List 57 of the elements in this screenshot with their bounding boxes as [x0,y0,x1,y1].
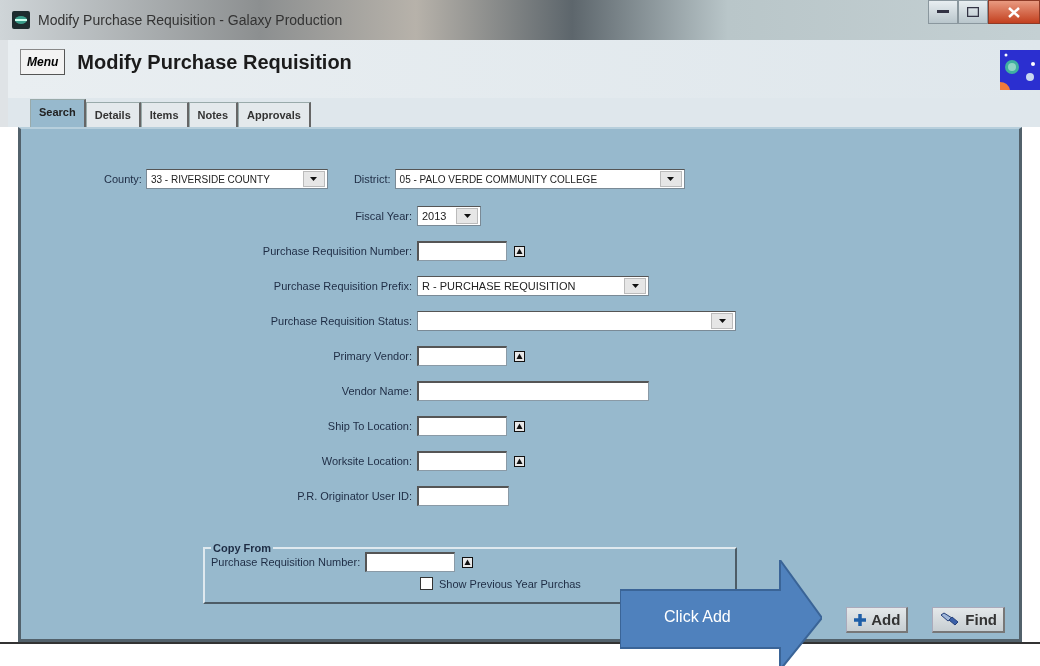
lookup-icon[interactable] [461,555,475,569]
field-label: P.R. Originator User ID: [296,490,412,502]
caret-icon [463,214,471,218]
logo-icon [1000,50,1040,90]
close-icon [1008,6,1020,18]
dropdown[interactable]: 33 - RIVERSIDE COUNTY [145,169,328,189]
text-field[interactable] [417,451,507,471]
add-button[interactable]: Add [846,607,909,633]
maximize-icon [967,7,979,17]
find-button[interactable]: Find [932,607,1005,633]
checkbox[interactable] [420,577,433,590]
field-label: Worksite Location: [320,455,412,467]
menu-button[interactable]: Menu [20,49,66,75]
field-label: Ship To Location: [326,420,412,432]
text-field[interactable] [417,381,649,401]
lookup-icon[interactable] [513,419,526,433]
lookup-icon[interactable] [513,244,526,258]
field-label: Purchase Requisition Number: [261,245,412,257]
close-button[interactable] [988,0,1040,24]
callout-text: Click Add [664,608,731,626]
maximize-button[interactable] [958,0,988,24]
field-label: Purchase Requisition Prefix: [272,280,412,292]
window-title: Modify Purchase Requisition - Galaxy Production [38,12,343,28]
caret-icon [718,319,726,323]
app-icon [12,11,30,29]
lookup-icon[interactable] [513,349,526,363]
page-heading: Modify Purchase Requisition [77,50,352,74]
text-field[interactable] [417,416,507,436]
caret-icon [667,177,675,181]
text-field[interactable] [417,241,507,261]
dropdown[interactable] [417,311,736,331]
dropdown[interactable]: 2013 [417,206,481,226]
minimize-button[interactable] [928,0,958,24]
text-field[interactable] [365,552,456,572]
dropdown[interactable]: R - PURCHASE REQUISITION [417,276,649,296]
tab[interactable]: Search [30,99,86,127]
field-label: Purchase Requisition Number: [211,556,361,568]
field-label: District: [353,173,391,185]
field-label: Fiscal Year: [354,210,412,222]
caret-icon [631,284,639,288]
tab[interactable]: Notes [188,102,239,127]
field-label: Purchase Requisition Status: [269,315,412,327]
plus-icon [853,612,868,627]
checkbox-label: Show Previous Year Purchas [439,577,581,590]
minimize-icon [937,10,949,14]
caret-icon [310,177,318,181]
tab[interactable]: Details [85,102,141,127]
field-label: Primary Vendor: [332,350,412,362]
dropdown[interactable]: 05 - PALO VERDE COMMUNITY COLLEGE [394,169,685,189]
lookup-icon[interactable] [513,454,526,468]
tab[interactable]: Items [140,102,189,127]
tab[interactable]: Approvals [238,102,311,127]
field-label: Vendor Name: [340,385,412,397]
group-title: Copy From [212,542,273,554]
field-label: County: [104,173,142,185]
text-field[interactable] [417,486,509,506]
text-field[interactable] [417,346,507,366]
